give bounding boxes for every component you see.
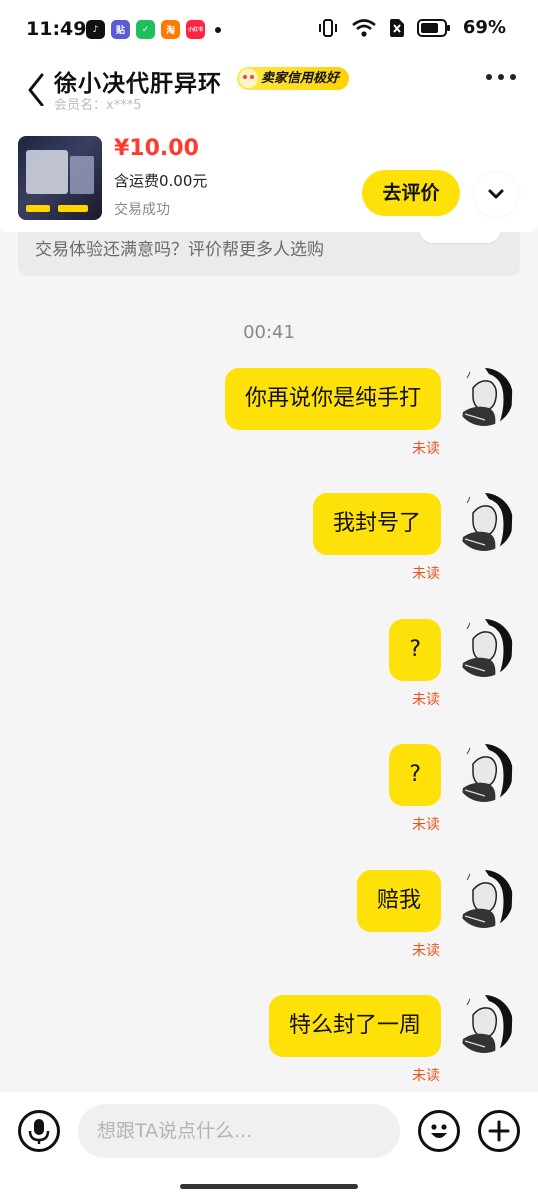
chat-header: 徐小决代肝异环 卖家信用极好 会员名：x***5: [0, 60, 538, 122]
member-name: 会员名：x***5: [54, 98, 142, 113]
shipping-fee: 含运费0.00元: [114, 172, 208, 190]
user-avatar[interactable]: [455, 995, 513, 1053]
credit-badge-label: 卖家信用极好: [261, 71, 340, 86]
trade-status: 交易成功: [114, 202, 170, 218]
chevron-left-icon: [28, 73, 44, 107]
thumbnail-button-shape: [26, 205, 50, 212]
message-bubble[interactable]: 我封号了: [312, 493, 441, 556]
status-bar: 11:49 ♪ 贴 ✓ 淘小红书 69%: [0, 0, 538, 60]
wifi-icon: [352, 18, 376, 37]
more-notifications-dot-icon: [215, 26, 221, 33]
message-bubble[interactable]: ?: [389, 618, 441, 681]
message-row: ? 未读: [0, 618, 538, 719]
status-indicators: 69%: [317, 17, 506, 38]
review-prompt-text: 交易体验还满意吗？评价帮更多人选购: [35, 240, 324, 260]
tieba-app-icon: 贴: [111, 20, 130, 39]
product-price: ¥10.00: [114, 136, 199, 161]
unread-status: 未读: [412, 691, 440, 708]
shop-name[interactable]: 徐小决代肝异环: [54, 64, 222, 98]
user-avatar[interactable]: [455, 869, 513, 928]
message-row: 我封号了未读: [0, 493, 538, 593]
more-options-button[interactable]: [486, 74, 516, 80]
message-input[interactable]: [78, 1104, 400, 1158]
user-avatar[interactable]: [455, 618, 513, 677]
message-row: 赔我未读: [0, 869, 538, 970]
credit-badge: 卖家信用极好: [237, 67, 350, 90]
thumbnail-panel: [26, 150, 68, 194]
user-avatar[interactable]: [455, 744, 513, 803]
thumbnail-panel: [70, 156, 94, 194]
status-time: 11:49: [26, 18, 87, 40]
message-bubble[interactable]: ?: [389, 744, 441, 807]
more-dot-icon: [486, 74, 492, 80]
user-avatar[interactable]: [455, 493, 513, 552]
more-dot-icon: [498, 74, 504, 80]
vibrate-icon: [318, 18, 337, 37]
message-row: 你再说你是纯手打未读: [0, 368, 538, 468]
message-row: ? 未读: [0, 744, 538, 844]
emoji-button[interactable]: [418, 1110, 460, 1152]
unread-status: 未读: [412, 566, 440, 583]
unread-status: 未读: [412, 441, 440, 457]
battery-percentage: 69%: [462, 17, 506, 38]
wechat-app-icon: ✓: [136, 20, 155, 39]
chevron-down-icon: [488, 189, 504, 199]
no-sim-icon: [389, 18, 404, 37]
message-bubble[interactable]: 赔我: [356, 869, 441, 932]
xiaohongshu-app-icon: 小红书: [186, 20, 205, 39]
voice-button[interactable]: [18, 1110, 60, 1152]
smiley-icon: [431, 1124, 447, 1138]
unread-status: 未读: [412, 1068, 440, 1084]
back-button[interactable]: [18, 66, 54, 107]
chat-screen: 11:49 ♪ 贴 ✓ 淘小红书 69% 徐小决代肝异环 卖家信用极好 会员名：…: [0, 0, 538, 1200]
message-row: 特么封了一周未读: [0, 995, 538, 1095]
product-thumbnail[interactable]: [18, 136, 102, 220]
unread-status: 未读: [412, 817, 440, 834]
smile-face-icon: [239, 69, 258, 88]
message-bubble[interactable]: 特么封了一周: [268, 995, 441, 1057]
review-button[interactable]: 去评价: [362, 170, 460, 216]
message-bubble[interactable]: 你再说你是纯手打: [224, 368, 441, 430]
more-dot-icon: [510, 74, 516, 80]
chat-timestamp: 00:41: [243, 322, 295, 343]
microphone-icon: [28, 1119, 50, 1144]
home-indicator[interactable]: [180, 1184, 358, 1189]
taobao-app-icon: 淘: [161, 20, 180, 39]
thumbnail-button-shape: [58, 205, 88, 212]
user-avatar[interactable]: [455, 368, 513, 426]
product-card[interactable]: ¥10.00 含运费0.00元 交易成功 去评价: [0, 122, 538, 232]
battery-icon: [416, 18, 450, 37]
tiktok-app-icon: ♪: [86, 20, 105, 39]
notification-app-icons: ♪ 贴 ✓ 淘小红书: [86, 20, 221, 39]
unread-status: 未读: [412, 942, 440, 959]
plus-icon: [488, 1120, 510, 1142]
expand-button[interactable]: [474, 172, 518, 216]
plus-button[interactable]: [478, 1110, 520, 1152]
input-bar: [0, 1092, 538, 1200]
